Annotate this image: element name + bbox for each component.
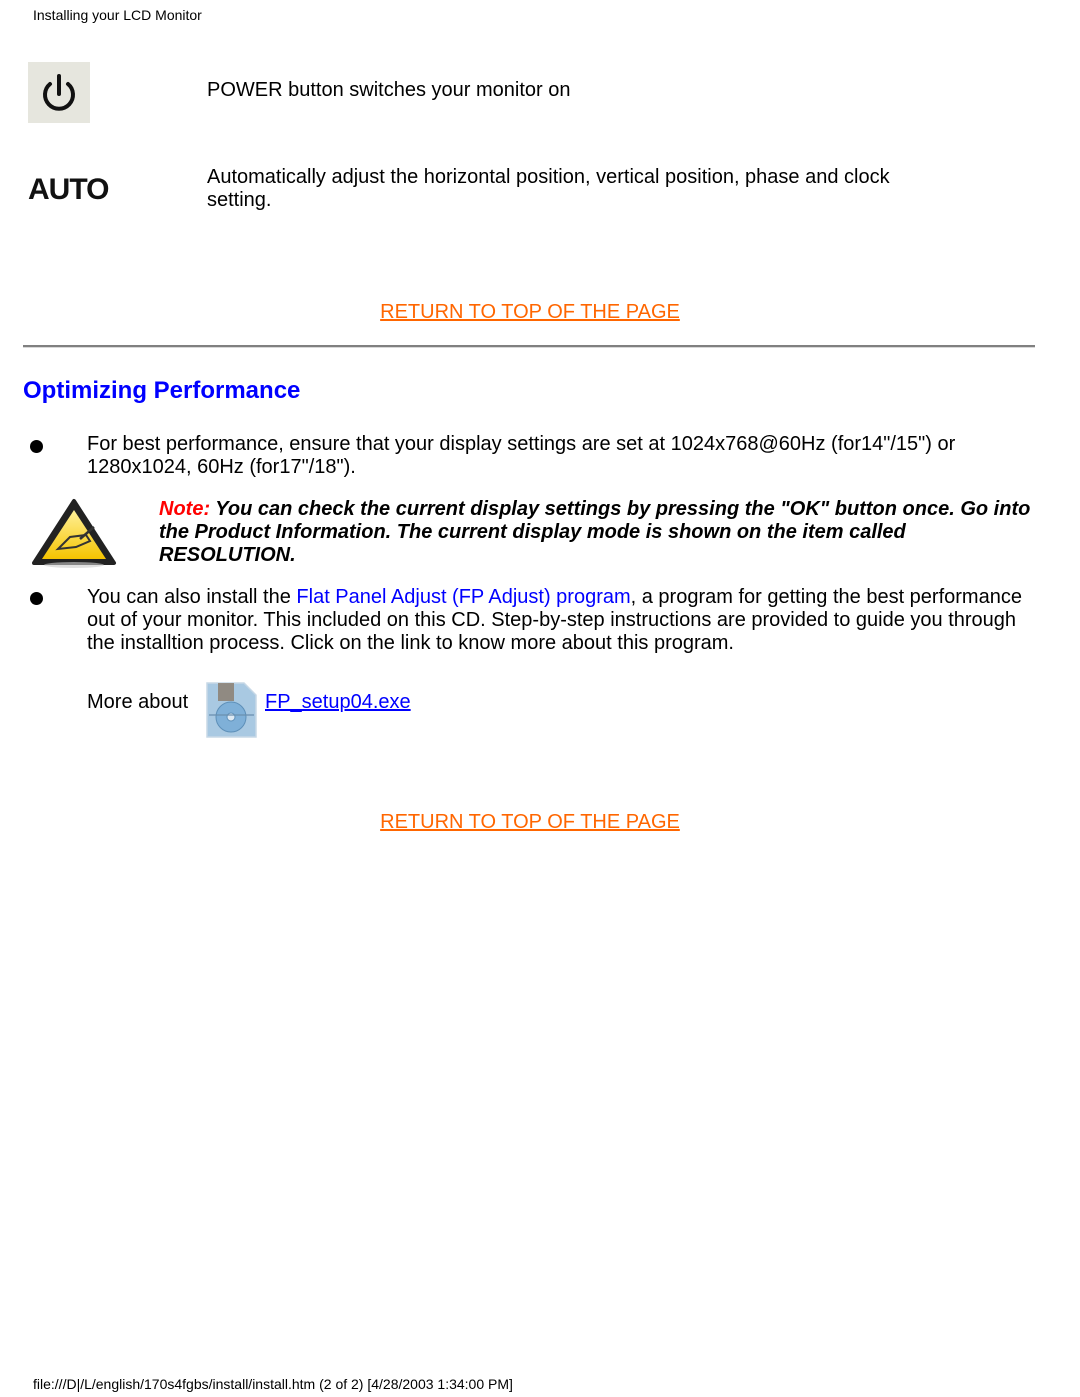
note-text: Note: You can check the current display … xyxy=(159,498,1039,567)
auto-icon: AUTO xyxy=(28,173,109,206)
fp-adjust-text-before: You can also install the xyxy=(87,586,297,608)
bullet-icon xyxy=(30,440,43,453)
return-to-top-link[interactable]: RETURN TO TOP OF THE PAGE xyxy=(0,811,1060,834)
section-title: Optimizing Performance xyxy=(23,377,301,404)
return-to-top-link[interactable]: RETURN TO TOP OF THE PAGE xyxy=(0,301,1060,324)
warning-icon xyxy=(30,497,118,569)
auto-description: Automatically adjust the horizontal posi… xyxy=(207,166,890,211)
power-description: POWER button switches your monitor on xyxy=(207,79,571,101)
fp-adjust-paragraph: You can also install the Flat Panel Adju… xyxy=(87,586,1032,655)
page-header-title: Installing your LCD Monitor xyxy=(33,7,202,23)
horizontal-divider xyxy=(23,345,1035,348)
footer-file-path: file:///D|/L/english/170s4fgbs/install/i… xyxy=(33,1376,513,1392)
more-about-label: More about xyxy=(87,691,189,713)
note-body: You can check the current display settin… xyxy=(159,498,1031,566)
setup-file-icon[interactable] xyxy=(204,681,258,739)
display-settings-paragraph: For best performance, ensure that your d… xyxy=(87,433,956,478)
bullet-icon xyxy=(30,592,43,605)
note-label: Note: xyxy=(159,498,211,520)
setup-file-link[interactable]: FP_setup04.exe xyxy=(265,691,411,714)
fp-adjust-program-link[interactable]: Flat Panel Adjust (FP Adjust) program xyxy=(296,586,630,608)
power-icon xyxy=(28,62,90,123)
